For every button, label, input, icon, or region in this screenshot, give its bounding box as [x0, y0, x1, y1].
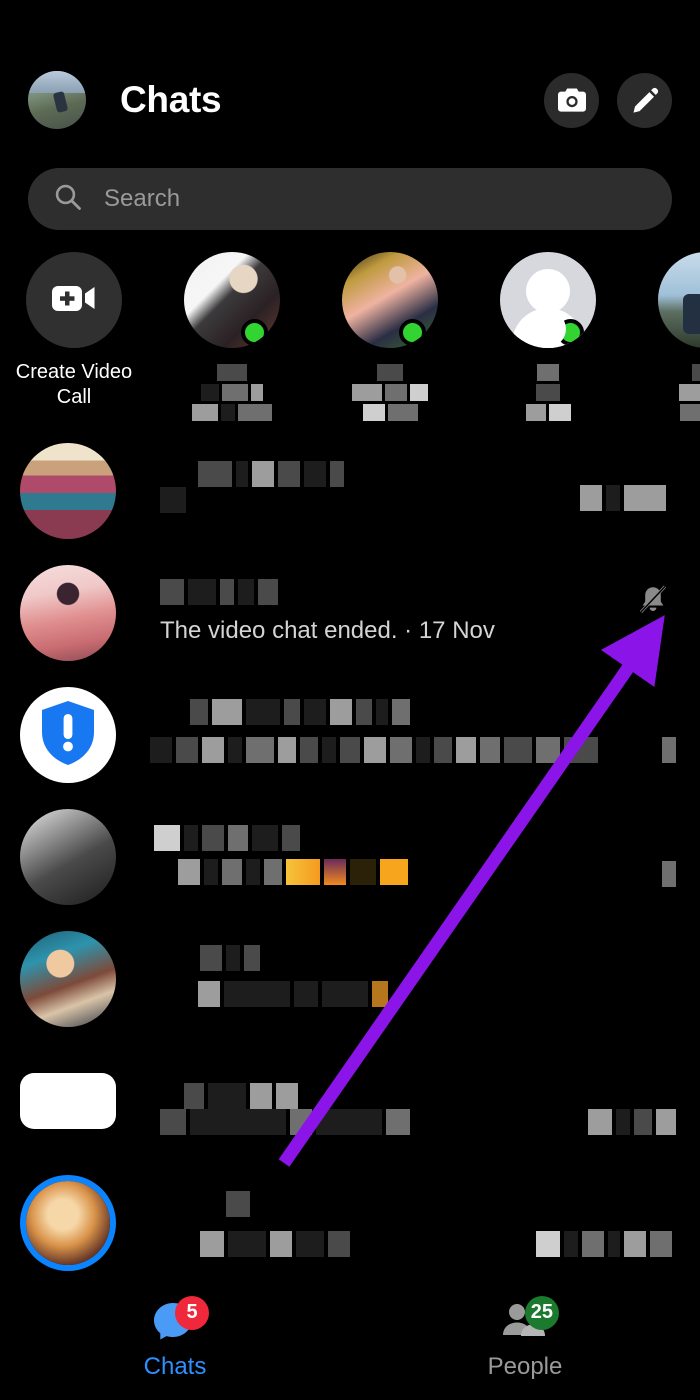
chat-row[interactable] — [0, 674, 700, 796]
chat-preview-redacted — [160, 487, 186, 513]
chat-avatar — [20, 1073, 116, 1129]
pencil-compose-icon — [631, 86, 659, 114]
chat-timestamp-redacted — [580, 485, 666, 511]
chat-name-redacted — [226, 1191, 250, 1217]
page-title: Chats — [120, 79, 222, 120]
camera-icon — [557, 87, 587, 113]
bottom-navigation[interactable]: 5 Chats 25 People — [0, 1282, 700, 1400]
active-status-dot — [241, 319, 268, 346]
chat-avatar — [20, 565, 116, 661]
chat-timestamp-redacted — [536, 1231, 672, 1257]
app-header: Chats — [0, 56, 700, 144]
people-badge: 25 — [524, 1295, 559, 1330]
chat-content — [150, 687, 680, 783]
chat-avatar — [20, 687, 116, 783]
tab-people[interactable]: 25 People — [350, 1295, 700, 1381]
chat-avatar — [20, 931, 116, 1027]
chat-content: The video chat ended. · 17 Nov — [150, 565, 680, 661]
tab-chats-label: Chats — [143, 1352, 207, 1380]
chat-timestamp-redacted — [662, 861, 676, 887]
tab-chats[interactable]: 5 Chats — [0, 1295, 350, 1381]
search-bar[interactable]: Search — [28, 168, 672, 230]
chat-row[interactable] — [0, 1162, 700, 1284]
chat-row[interactable]: The video chat ended. · 17 Nov — [0, 552, 700, 674]
contact-name-redacted — [326, 364, 454, 421]
compose-button[interactable] — [617, 72, 672, 128]
chat-timestamp-redacted — [662, 737, 676, 763]
chat-name-redacted — [198, 461, 344, 487]
active-contact-1[interactable] — [168, 252, 296, 421]
chat-name-redacted — [200, 945, 260, 971]
chat-preview-redacted — [160, 1109, 410, 1135]
active-status-dot — [557, 319, 584, 346]
chat-preview-redacted — [178, 859, 408, 885]
chat-avatar — [20, 809, 116, 905]
chat-timestamp-redacted — [588, 1109, 676, 1135]
chat-preview-text: The video chat ended. · 17 Nov — [160, 617, 495, 644]
header-actions — [544, 72, 672, 128]
contact-name-redacted — [168, 364, 296, 421]
camera-button[interactable] — [544, 72, 599, 128]
create-video-call-button[interactable]: Create Video Call — [10, 252, 138, 410]
chat-content — [150, 443, 680, 539]
bell-muted-icon — [636, 585, 670, 621]
chat-name-redacted — [184, 1083, 298, 1109]
contact-avatar-default — [500, 252, 596, 348]
chat-row[interactable] — [0, 918, 700, 1040]
shield-exclamation-icon — [37, 698, 99, 773]
mute-indicator — [636, 583, 670, 622]
chat-avatar-with-story-ring[interactable] — [26, 1181, 110, 1265]
chat-name-redacted — [190, 699, 410, 725]
create-video-call-label: Create Video Call — [15, 361, 133, 408]
active-contact-3[interactable] — [484, 252, 612, 421]
chat-row[interactable] — [0, 1040, 700, 1162]
chat-row[interactable] — [0, 430, 700, 552]
contact-name-redacted — [642, 364, 700, 421]
chat-name-redacted — [154, 825, 300, 851]
search-icon — [54, 183, 82, 216]
video-camera-plus-icon — [51, 281, 97, 320]
active-status-dot — [399, 319, 426, 346]
chat-preview-redacted — [198, 981, 388, 1007]
chats-badge: 5 — [175, 1295, 209, 1330]
chat-avatar — [20, 443, 116, 539]
chat-content — [160, 1175, 680, 1271]
contact-avatar — [658, 252, 700, 348]
chat-row[interactable] — [0, 796, 700, 918]
profile-avatar[interactable] — [28, 71, 86, 129]
contact-avatar — [184, 252, 280, 348]
chat-content — [150, 1053, 680, 1149]
active-contact-4[interactable] — [642, 252, 700, 421]
active-contacts-row[interactable]: Create Video Call — [0, 252, 700, 422]
chat-preview-redacted — [150, 737, 598, 763]
chat-content — [150, 931, 680, 1027]
search-input[interactable]: Search — [104, 185, 180, 213]
contact-name-redacted — [484, 364, 612, 421]
chat-name-redacted — [160, 579, 278, 605]
tab-people-label: People — [487, 1352, 563, 1380]
chat-content — [150, 809, 680, 905]
active-contact-2[interactable] — [326, 252, 454, 421]
chat-list[interactable]: The video chat ended. · 17 Nov — [0, 430, 700, 1284]
chat-preview-redacted — [200, 1231, 350, 1257]
contact-avatar — [342, 252, 438, 348]
